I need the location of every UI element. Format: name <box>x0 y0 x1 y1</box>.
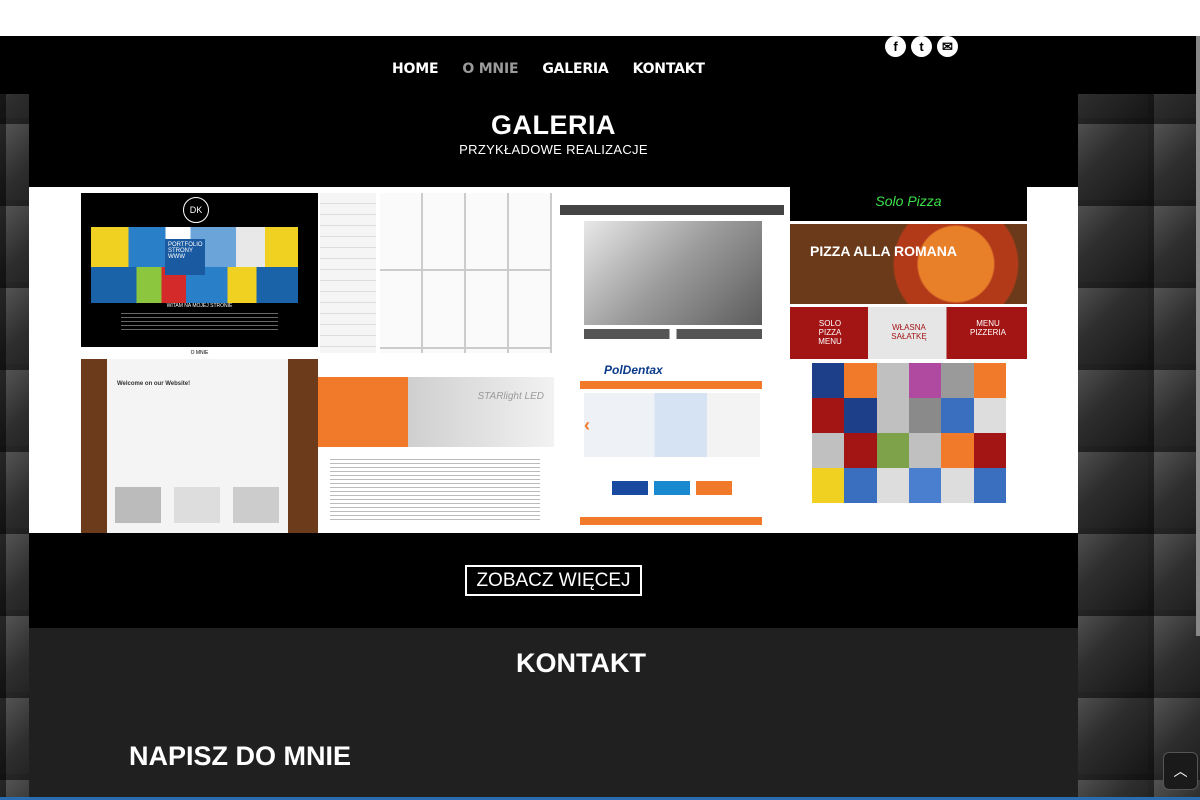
pizza-tile-menu: SOLO PIZZA MENU <box>818 319 842 346</box>
nav-galeria[interactable]: GALERIA <box>542 61 608 77</box>
gallery-thumb-cnc[interactable] <box>554 187 790 359</box>
gallery-title: GALERIA <box>491 110 616 140</box>
top-tower-heading: Welcome on our Website! <box>117 381 191 387</box>
text-lines <box>121 313 278 333</box>
gallery-thumb-portfolio[interactable]: DK PORTFOLIO STRONY WWW WITAM NA MOJEJ S… <box>81 193 318 359</box>
gallery-subtitle: PRZYKŁADOWE REALIZACJE <box>459 142 648 157</box>
starlight-banner: STARlight LED <box>408 377 554 447</box>
poldentax-footer <box>580 517 762 525</box>
navbar: HOME O MNIE GALERIA KONTAKT f t ✉ <box>0 36 1200 94</box>
poldentax-logos <box>612 481 732 495</box>
welcome-text: WITAM NA MOJEJ STRONIE <box>166 303 233 309</box>
cnc-photo <box>584 221 762 325</box>
gallery-thumb-poldentax[interactable]: PolDentax ‹ › <box>554 359 790 533</box>
poldentax-brand: PolDentax <box>604 363 663 377</box>
pizza-tile-salad: WŁASNA SAŁATKĘ <box>891 323 927 341</box>
cnc-buttons <box>584 329 762 339</box>
gallery-section: GALERIA PRZYKŁADOWE REALIZACJE DK PORTFO… <box>29 94 1078 628</box>
pizza-hero: PIZZA ALLA ROMANA <box>790 224 1027 304</box>
dk-logo: DK <box>183 197 209 223</box>
top-strip <box>0 0 1200 36</box>
poldentax-nav <box>580 381 762 389</box>
contact-title: KONTAKT <box>516 648 646 678</box>
starlight-brand: STARlight LED <box>477 391 544 402</box>
nav-home[interactable]: HOME <box>392 61 439 77</box>
product-grid <box>380 193 552 353</box>
portfolio-badge: PORTFOLIO STRONY WWW <box>165 239 205 275</box>
cnc-nav <box>560 205 784 215</box>
contact-subtitle: NAPISZ DO MNIE <box>129 741 352 771</box>
main-nav: HOME O MNIE GALERIA KONTAKT <box>392 61 705 77</box>
social-links: f t ✉ <box>885 36 958 57</box>
facebook-icon[interactable]: f <box>885 36 906 57</box>
pizza-tile-pizzeria: MENU PIZZERIA <box>969 319 1006 337</box>
gallery-thumb-fair-play[interactable] <box>790 359 1027 533</box>
shop-sidebar <box>320 193 376 353</box>
gallery-thumb-pizza[interactable]: Solo Pizza PIZZA ALLA ROMANA SOLO PIZZA … <box>790 187 1027 359</box>
gallery-thumb-starlight[interactable]: STARlight LED <box>318 359 554 533</box>
pizza-brand: Solo Pizza <box>790 187 1027 221</box>
fair-play-grid <box>812 363 1006 503</box>
mail-icon[interactable]: ✉ <box>937 36 958 57</box>
scrollbar[interactable] <box>1196 36 1200 636</box>
chevron-left-icon: ‹ <box>584 415 590 435</box>
gallery-thumb-shop[interactable] <box>318 187 554 359</box>
top-tower-images <box>115 487 279 523</box>
nav-kontakt[interactable]: KONTAKT <box>633 61 705 77</box>
see-more-button[interactable]: ZOBACZ WIĘCEJ <box>465 565 642 596</box>
starlight-menu <box>318 377 408 447</box>
starlight-text <box>330 459 540 523</box>
chevron-up-icon[interactable]: ︿ <box>1163 752 1198 790</box>
gallery-thumb-top-tower[interactable]: Welcome on our Website! <box>81 359 318 533</box>
poldentax-products <box>584 393 760 457</box>
nav-o-mnie[interactable]: O MNIE <box>462 61 518 77</box>
pizza-tiles: SOLO PIZZA MENU WŁASNA SAŁATKĘ MENU PIZZ… <box>790 307 1027 359</box>
contact-section: KONTAKT NAPISZ DO MNIE <box>29 628 1078 800</box>
pizza-hero-text: PIZZA ALLA ROMANA <box>810 243 957 259</box>
twitter-icon[interactable]: t <box>911 36 932 57</box>
about-link: O MNIE <box>81 347 318 359</box>
